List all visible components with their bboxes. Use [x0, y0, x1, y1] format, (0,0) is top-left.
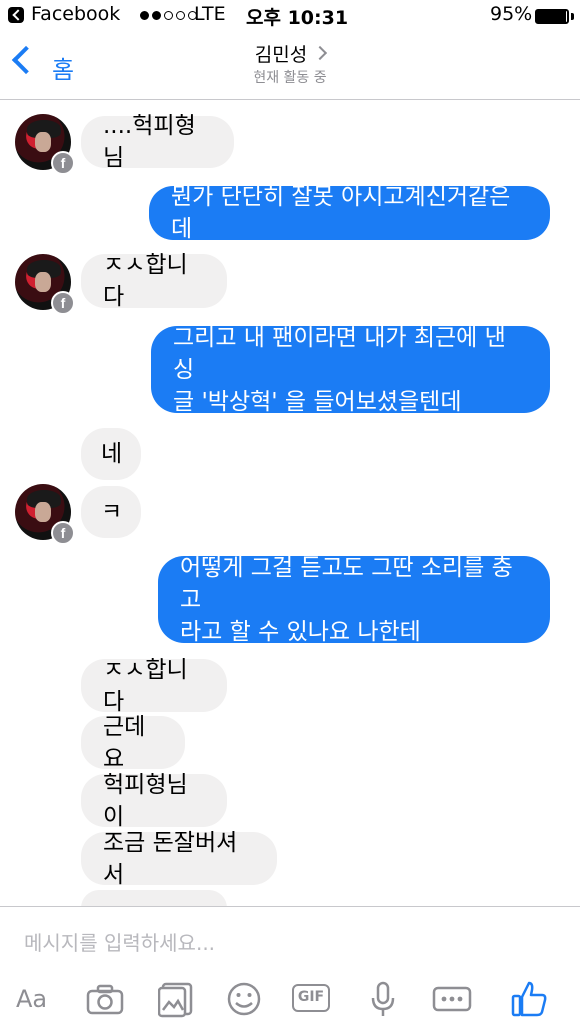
- conversation-header: 홈 김민성 현재 활동 중: [0, 32, 580, 100]
- message-incoming[interactable]: ㅈㅅ합니다: [81, 252, 227, 310]
- more-icon: [432, 986, 472, 1012]
- photo-button[interactable]: [158, 977, 194, 1021]
- message-incoming[interactable]: 조금 돈잘버셔서: [81, 830, 277, 888]
- battery-tip: [571, 13, 574, 20]
- status-time: 오후 10:31: [246, 7, 349, 29]
- battery-percent: 95%: [490, 3, 533, 25]
- more-button[interactable]: [432, 977, 472, 1021]
- message-incoming[interactable]: 헉피형님이: [81, 772, 227, 830]
- network-type: LTE: [194, 3, 226, 25]
- message-outgoing[interactable]: 뭔가 단단히 잘못 아시고계신거같은데: [149, 184, 550, 242]
- text-format-button[interactable]: Aa: [16, 977, 47, 1021]
- microphone-icon: [371, 981, 395, 1016]
- active-status: 현재 활동 중: [253, 70, 327, 86]
- chevron-right-icon: [313, 45, 328, 61]
- smiley-icon: [227, 982, 261, 1016]
- status-app-name[interactable]: Facebook: [31, 3, 120, 25]
- facebook-badge-icon: f: [51, 521, 75, 545]
- gif-button[interactable]: GIF: [292, 977, 330, 1021]
- composer-toolbar: Aa GIF: [0, 977, 580, 1021]
- photo-icon: [158, 982, 193, 1018]
- voice-button[interactable]: [370, 977, 396, 1021]
- message-outgoing[interactable]: 어떻게 그걸 듣고도 그딴 소리를 충고 라고 할 수 있나요 나한테: [158, 555, 550, 645]
- like-button[interactable]: [510, 977, 548, 1021]
- sticker-button[interactable]: [226, 977, 262, 1021]
- signal-strength-icon: [140, 11, 197, 21]
- status-bar: Facebook LTE 오후 10:31 95%: [0, 0, 580, 32]
- facebook-badge-icon: f: [51, 291, 75, 315]
- message-incoming[interactable]: ㅈㅅ합니다: [81, 657, 227, 715]
- gif-icon: GIF: [292, 984, 330, 1012]
- text-format-icon: Aa: [16, 985, 48, 1013]
- contact-name[interactable]: 김민성: [0, 40, 580, 67]
- message-incoming[interactable]: ....헉피형님: [81, 113, 234, 171]
- thumbs-up-icon: [511, 981, 547, 1017]
- facebook-badge-icon: f: [51, 151, 75, 175]
- battery-level: [537, 11, 566, 22]
- message-input[interactable]: 메시지를 입력하세요...: [24, 927, 215, 956]
- composer: 메시지를 입력하세요... Aa GIF: [0, 906, 580, 1032]
- message-outgoing[interactable]: 그리고 내 팬이라면 내가 최근에 낸 싱글 '박상혁' 을 들어보셨을텐데: [151, 325, 550, 415]
- camera-button[interactable]: [86, 977, 124, 1021]
- message-incoming[interactable]: ㅋ: [81, 486, 141, 538]
- message-incoming[interactable]: 네: [81, 428, 141, 480]
- camera-icon: [86, 984, 124, 1015]
- back-to-app-icon[interactable]: [8, 7, 24, 23]
- message-incoming[interactable]: 근데요: [81, 714, 185, 772]
